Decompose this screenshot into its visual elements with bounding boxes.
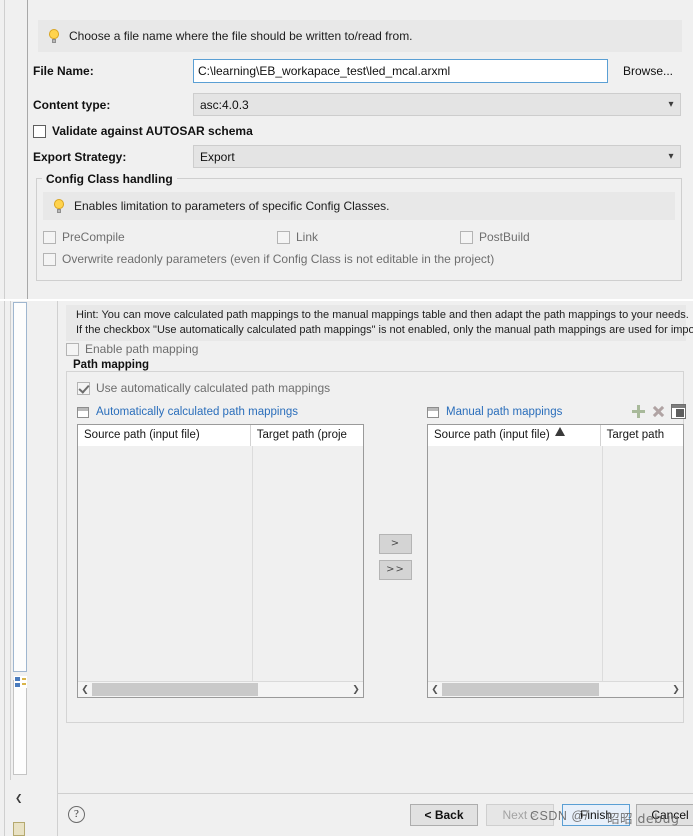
next-button[interactable]: Next > [486, 804, 554, 826]
precompile-checkbox[interactable]: PreCompile [43, 230, 125, 244]
column-header-source-path[interactable]: Source path (input file) [428, 425, 601, 446]
auto-path-mappings-table[interactable]: Source path (input file) Target path (pr… [77, 424, 364, 698]
help-button[interactable]: ? [68, 806, 85, 823]
precompile-label: PreCompile [62, 230, 125, 244]
dialog-hint-text: Choose a file name where the file should… [69, 29, 413, 43]
checkbox-box [43, 252, 56, 266]
validate-schema-checkbox[interactable]: Validate against AUTOSAR schema [33, 124, 253, 138]
table-horizontal-scrollbar[interactable]: ❮ ❯ [78, 681, 363, 697]
scroll-left-icon[interactable]: ❮ [78, 685, 92, 695]
content-type-value: asc:4.0.3 [200, 97, 249, 112]
validate-schema-label: Validate against AUTOSAR schema [52, 124, 253, 138]
path-mapping-hint-box: Hint: You can move calculated path mappi… [66, 305, 693, 341]
chevron-down-icon: ▾ [668, 99, 674, 110]
ide-scroll-left-icon[interactable]: ❮ [15, 795, 23, 804]
add-icon[interactable] [631, 404, 646, 419]
checkbox-box [77, 381, 90, 395]
file-name-input[interactable] [193, 59, 608, 83]
scroll-track[interactable] [92, 683, 349, 696]
config-class-group-title: Config Class handling [42, 172, 177, 186]
transfer-all-button[interactable]: >> [379, 560, 412, 580]
lightbulb-icon [48, 28, 60, 44]
table-body [428, 446, 683, 681]
postbuild-checkbox[interactable]: PostBuild [460, 230, 530, 244]
enable-path-mapping-checkbox[interactable]: Enable path mapping [66, 342, 198, 356]
overwrite-readonly-label: Overwrite readonly parameters (even if C… [62, 252, 495, 266]
export-strategy-value: Export [200, 149, 235, 164]
file-name-label: File Name: [33, 64, 94, 78]
path-mapping-wizard-page: Hint: You can move calculated path mappi… [27, 301, 693, 836]
delete-icon[interactable] [651, 404, 666, 419]
use-auto-path-mappings-checkbox[interactable]: Use automatically calculated path mappin… [77, 381, 330, 395]
auto-path-mappings-caption-text: Automatically calculated path mappings [96, 406, 299, 418]
scroll-right-icon[interactable]: ❯ [349, 685, 363, 695]
wizard-content: Hint: You can move calculated path mappi… [57, 301, 693, 836]
chevron-down-icon: ▾ [668, 151, 674, 162]
scroll-thumb[interactable] [442, 683, 599, 696]
export-strategy-select[interactable]: Export ▾ [193, 145, 681, 168]
mouse-cursor [555, 427, 565, 436]
path-mapping-group-title: Path mapping [70, 359, 153, 371]
background-ide: ❮ [0, 0, 28, 836]
use-auto-path-mappings-label: Use automatically calculated path mappin… [96, 381, 331, 395]
link-label: Link [296, 230, 319, 244]
table-horizontal-scrollbar[interactable]: ❮ ❯ [428, 681, 683, 697]
manual-path-mappings-caption-text: Manual path mappings [446, 406, 563, 418]
transfer-single-button[interactable]: > [379, 534, 412, 554]
export-file-dialog: Choose a file name where the file should… [27, 0, 693, 300]
checkbox-box [277, 230, 290, 244]
back-button[interactable]: < Back [410, 804, 478, 826]
path-mapping-hint-line-2: If the checkbox "Use automatically calcu… [76, 324, 693, 336]
link-checkbox[interactable]: Link [277, 230, 318, 244]
auto-path-mappings-caption: Automatically calculated path mappings [77, 406, 298, 418]
config-class-hint-banner: Enables limitation to parameters of spec… [43, 192, 675, 220]
scroll-thumb[interactable] [92, 683, 258, 696]
checkbox-box [43, 230, 56, 244]
finish-button[interactable]: Finish [562, 804, 630, 826]
export-strategy-label: Export Strategy: [33, 150, 127, 164]
column-header-target-path[interactable]: Target path [601, 425, 683, 446]
outline-view-icon [14, 676, 28, 688]
table-header-row: Source path (input file) Target path (pr… [78, 425, 363, 447]
table-icon [77, 406, 89, 418]
manual-path-mappings-caption: Manual path mappings [427, 406, 562, 418]
footer-divider [58, 793, 693, 794]
path-mapping-hint-line-1: Hint: You can move calculated path mappi… [76, 309, 689, 321]
column-header-source-path[interactable]: Source path (input file) [78, 425, 251, 446]
scroll-left-icon[interactable]: ❮ [428, 685, 442, 695]
content-type-select[interactable]: asc:4.0.3 ▾ [193, 93, 681, 116]
scroll-right-icon[interactable]: ❯ [669, 685, 683, 695]
column-header-target-path[interactable]: Target path (proje [251, 425, 363, 446]
checkbox-box [33, 124, 46, 138]
manual-path-mappings-table[interactable]: Source path (input file) Target path ❮ ❯ [427, 424, 684, 698]
checkbox-box [66, 342, 79, 356]
content-type-label: Content type: [33, 98, 111, 112]
dialog-hint-banner: Choose a file name where the file should… [38, 20, 682, 52]
cancel-button[interactable]: Cancel [636, 804, 693, 826]
scroll-track[interactable] [442, 683, 669, 696]
browse-button[interactable]: Browse... [615, 59, 681, 83]
checkbox-box [460, 230, 473, 244]
lightbulb-icon [53, 198, 65, 214]
edit-icon[interactable] [671, 404, 686, 419]
config-class-hint-text: Enables limitation to parameters of spec… [74, 199, 390, 213]
screenshot-root: ❮ Choose a file name where the file shou… [0, 0, 693, 836]
overwrite-readonly-checkbox[interactable]: Overwrite readonly parameters (even if C… [43, 252, 494, 266]
table-icon [427, 406, 439, 418]
table-body [78, 446, 363, 681]
enable-path-mapping-label: Enable path mapping [85, 342, 199, 356]
postbuild-label: PostBuild [479, 230, 530, 244]
